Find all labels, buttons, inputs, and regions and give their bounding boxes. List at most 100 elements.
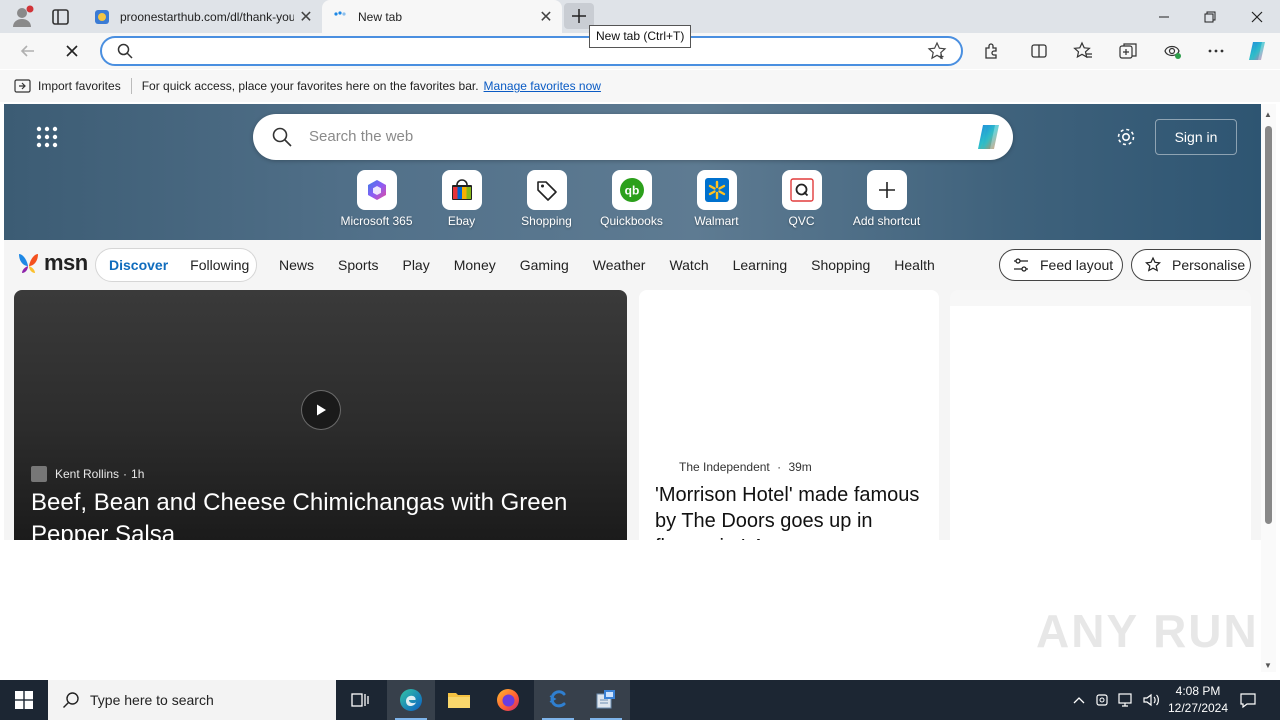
- category-money[interactable]: Money: [454, 257, 496, 273]
- network-icon[interactable]: [1116, 680, 1138, 720]
- tab-following[interactable]: Following: [190, 257, 249, 273]
- news-card-independent[interactable]: The Independent · 39m 'Morrison Hotel' m…: [639, 290, 939, 540]
- category-learning[interactable]: Learning: [733, 257, 788, 273]
- play-video-button[interactable]: [301, 390, 341, 430]
- web-search-box[interactable]: Search the web: [253, 114, 1013, 160]
- add-shortcut-button[interactable]: Add shortcut: [844, 170, 929, 228]
- category-weather[interactable]: Weather: [593, 257, 646, 273]
- start-button[interactable]: [0, 680, 48, 720]
- card-headline[interactable]: 'Morrison Hotel' made famous by The Door…: [655, 482, 925, 540]
- personalise-button[interactable]: Personalise: [1131, 249, 1251, 281]
- tab-actions-icon[interactable]: [50, 6, 72, 28]
- copilot-icon[interactable]: [1245, 39, 1269, 63]
- qvc-icon: [789, 178, 814, 202]
- back-arrow-icon[interactable]: [16, 39, 40, 63]
- category-shopping[interactable]: Shopping: [811, 257, 870, 273]
- more-options-icon[interactable]: [1204, 39, 1228, 63]
- source-logo-icon: [31, 466, 47, 482]
- card-headline[interactable]: Beef, Bean and Cheese Chimichangas with …: [31, 487, 611, 540]
- scrollbar-thumb[interactable]: [1265, 126, 1272, 524]
- category-news[interactable]: News: [279, 257, 314, 273]
- minimize-button[interactable]: [1141, 0, 1187, 33]
- browser-essentials-icon[interactable]: [1160, 39, 1184, 63]
- favorites-hint: For quick access, place your favorites h…: [141, 79, 479, 93]
- sliders-icon: [1014, 258, 1028, 272]
- tab-title: proonestarthub.com/dl/thank-you: [120, 9, 294, 24]
- category-sports[interactable]: Sports: [338, 257, 378, 273]
- shortcut-microsoft-365[interactable]: Microsoft 365: [334, 170, 419, 228]
- favorites-icon[interactable]: [1071, 39, 1095, 63]
- scroll-up-arrow-icon[interactable]: ▲: [1264, 110, 1272, 119]
- plus-icon: [572, 9, 586, 23]
- shortcut-quickbooks[interactable]: qb Quickbooks: [589, 170, 674, 228]
- page-scrollbar[interactable]: ▲ ▼: [1261, 104, 1276, 672]
- category-gaming[interactable]: Gaming: [520, 257, 569, 273]
- category-health[interactable]: Health: [894, 257, 934, 273]
- news-card-featured[interactable]: Kent Rollins · 1h Beef, Bean and Cheese …: [14, 290, 627, 540]
- search-icon: [116, 42, 134, 65]
- installer-taskbar-icon[interactable]: [582, 680, 630, 720]
- loading-spinner-icon: [332, 9, 348, 25]
- shortcut-ebay[interactable]: Ebay: [419, 170, 504, 228]
- notifications-icon[interactable]: [1236, 680, 1260, 720]
- clock-date: 12/27/2024: [1167, 701, 1229, 715]
- volume-icon[interactable]: [1140, 680, 1162, 720]
- close-window-button[interactable]: [1234, 0, 1280, 33]
- firefox-icon[interactable]: [484, 680, 532, 720]
- app-c-taskbar-icon[interactable]: [534, 680, 582, 720]
- source-age: 39m: [788, 460, 812, 474]
- microsoft-365-icon: [367, 180, 386, 200]
- clock-time: 4:08 PM: [1175, 684, 1221, 698]
- favorites-bar: Import favorites For quick access, place…: [0, 70, 1280, 102]
- msn-butterfly-icon: [19, 254, 38, 273]
- source-name: The Independent: [679, 460, 770, 474]
- scroll-down-arrow-icon[interactable]: ▼: [1264, 661, 1272, 670]
- task-view-icon[interactable]: [336, 680, 384, 720]
- tab-proonestarthub[interactable]: proonestarthub.com/dl/thank-you ✕: [84, 0, 322, 33]
- msn-logo[interactable]: msn: [16, 250, 88, 276]
- file-explorer-icon[interactable]: [435, 680, 483, 720]
- stop-loading-icon[interactable]: [60, 39, 84, 63]
- favorite-star-icon[interactable]: [927, 41, 947, 66]
- search-icon: [63, 692, 79, 708]
- meet-now-icon[interactable]: [1092, 680, 1114, 720]
- category-play[interactable]: Play: [402, 257, 429, 273]
- category-watch[interactable]: Watch: [669, 257, 708, 273]
- play-icon: [317, 404, 326, 416]
- source-name: Kent Rollins: [55, 467, 120, 481]
- shortcuts-row: Microsoft 365 Ebay Shopping qb Quickbook…: [334, 170, 929, 228]
- extensions-icon[interactable]: [979, 39, 1003, 63]
- split-screen-icon[interactable]: [1027, 39, 1051, 63]
- tab-discover[interactable]: Discover: [109, 257, 168, 273]
- restore-button[interactable]: [1187, 0, 1233, 33]
- collections-icon[interactable]: [1116, 39, 1140, 63]
- svg-text:qb: qb: [624, 184, 639, 198]
- tab-close-button[interactable]: ✕: [534, 5, 558, 29]
- plus-icon: [878, 182, 895, 198]
- quickbooks-icon: qb: [619, 178, 644, 202]
- shortcut-qvc[interactable]: QVC: [759, 170, 844, 228]
- tab-title: New tab: [358, 9, 403, 24]
- edge-taskbar-icon[interactable]: [387, 680, 435, 720]
- show-hidden-icons-chevron-icon[interactable]: [1068, 680, 1090, 720]
- tab-close-button[interactable]: ✕: [294, 5, 318, 29]
- taskbar-search-box[interactable]: Type here to search: [48, 680, 336, 720]
- import-favorites-button[interactable]: Import favorites: [14, 78, 121, 94]
- shortcut-shopping[interactable]: Shopping: [504, 170, 589, 228]
- manage-favorites-link[interactable]: Manage favorites now: [484, 79, 601, 93]
- system-clock[interactable]: 4:08 PM 12/27/2024: [1160, 683, 1236, 717]
- address-bar[interactable]: [100, 36, 963, 66]
- profile-avatar-icon[interactable]: [10, 5, 34, 29]
- windows-taskbar: Type here to search 4:08 PM 12/27/2024: [0, 680, 1280, 720]
- shortcut-walmart[interactable]: Walmart: [674, 170, 759, 228]
- watermark-logo: ANY RUN: [1036, 605, 1259, 657]
- tab-new-tab[interactable]: New tab ✕: [322, 0, 562, 33]
- app-launcher-icon[interactable]: [36, 126, 58, 148]
- new-tab-page: Search the web Sign in Microsoft 365 Eba…: [4, 104, 1261, 676]
- sign-in-button[interactable]: Sign in: [1155, 119, 1237, 155]
- feed-toggle: Discover Following: [95, 248, 257, 282]
- copilot-icon[interactable]: [973, 122, 1005, 157]
- settings-gear-icon[interactable]: [1115, 126, 1137, 153]
- feed-layout-button[interactable]: Feed layout: [999, 249, 1123, 281]
- page-favicon-icon: [94, 9, 110, 25]
